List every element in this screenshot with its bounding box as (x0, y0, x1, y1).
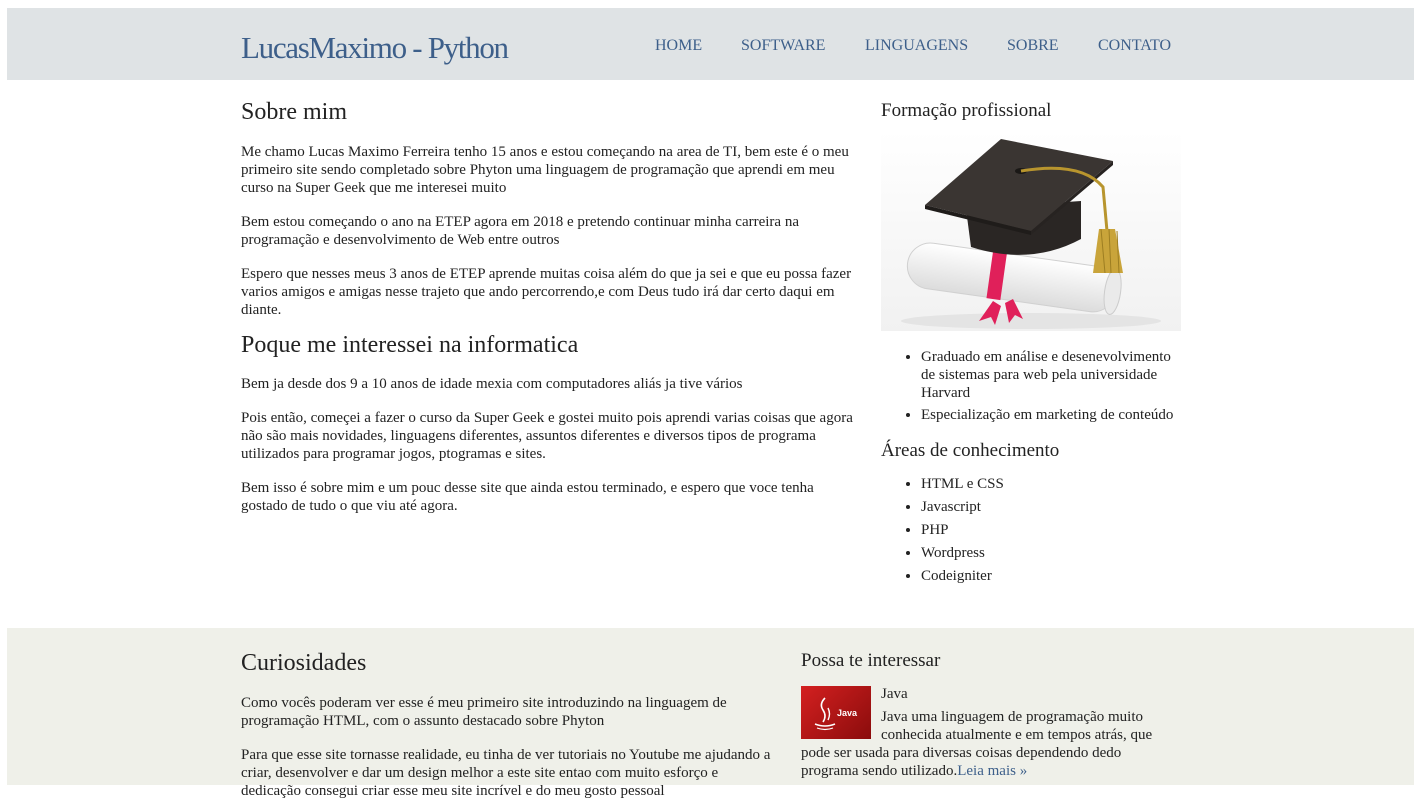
footer-section: Curiosidades Como vocês poderam ver esse… (7, 628, 1414, 799)
main-nav: HOME SOFTWARE LINGUAGENS SOBRE CONTATO (7, 37, 1414, 57)
section-title-sobre-mim: Sobre mim (241, 99, 347, 125)
curiosidades-block: Curiosidades Como vocês poderam ver esse… (241, 648, 771, 800)
nav-sobre[interactable]: SOBRE (1007, 37, 1059, 55)
sidebar-title-formacao: Formação profissional (881, 100, 1052, 121)
nav-contato[interactable]: CONTATO (1098, 37, 1171, 55)
sidebar-title-areas: Áreas de conhecimento (881, 440, 1060, 461)
paragraph: Bem estou começando o ano na ETEP agora … (241, 214, 799, 248)
footer-title-interessar: Possa te interessar (801, 650, 941, 671)
possa-te-interessar-block: Possa te interessar Java Java Java uma l… (801, 649, 1181, 780)
list-item: Codeigniter (921, 567, 1181, 585)
list-item: Especialização em marketing de conteúdo (921, 406, 1181, 424)
main-content: Sobre mim Me chamo Lucas Maximo Ferreira… (241, 97, 861, 515)
list-item: Graduado em análise e desenevolvimento d… (921, 348, 1181, 402)
formacao-list: Graduado em análise e desenevolvimento d… (881, 348, 1181, 424)
paragraph: Para que esse site tornasse realidade, e… (241, 747, 771, 799)
paragraph: Pois então, começei a fazer o curso da S… (241, 410, 853, 462)
java-thumbnail[interactable]: Java (801, 686, 871, 739)
nav-software[interactable]: SOFTWARE (741, 37, 825, 55)
list-item: HTML e CSS (921, 475, 1181, 493)
areas-list: HTML e CSS Javascript PHP Wordpress Code… (881, 475, 1181, 585)
paragraph: Me chamo Lucas Maximo Ferreira tenho 15 … (241, 144, 849, 196)
leia-mais-link[interactable]: Leia mais » (957, 763, 1027, 779)
list-item: PHP (921, 521, 1181, 539)
paragraph: Bem ja desde dos 9 a 10 anos de idade me… (241, 376, 743, 392)
paragraph: Espero que nesses meus 3 anos de ETEP ap… (241, 266, 852, 318)
related-item-java: Java Java Java uma linguagem de programa… (801, 685, 1181, 780)
list-item: Javascript (921, 498, 1181, 516)
graduation-image (881, 131, 1181, 331)
footer-title-curiosidades: Curiosidades (241, 650, 367, 676)
paragraph: Como vocês poderam ver esse é meu primei… (241, 695, 727, 729)
list-item: Wordpress (921, 544, 1181, 562)
graduation-cap-diploma-illustration (901, 139, 1161, 329)
svg-text:Java: Java (837, 708, 858, 718)
section-title-informatica: Poque me interessei na informatica (241, 332, 579, 358)
site-header: LucasMaximo - Python HOME SOFTWARE LINGU… (7, 8, 1414, 80)
nav-home[interactable]: HOME (655, 37, 702, 55)
nav-linguagens[interactable]: LINGUAGENS (865, 37, 968, 55)
java-logo-icon: Java (814, 697, 858, 731)
sidebar: Formação profissional • Graduado em anál… (881, 99, 1181, 585)
paragraph: Bem isso é sobre mim e um pouc desse sit… (241, 480, 814, 514)
